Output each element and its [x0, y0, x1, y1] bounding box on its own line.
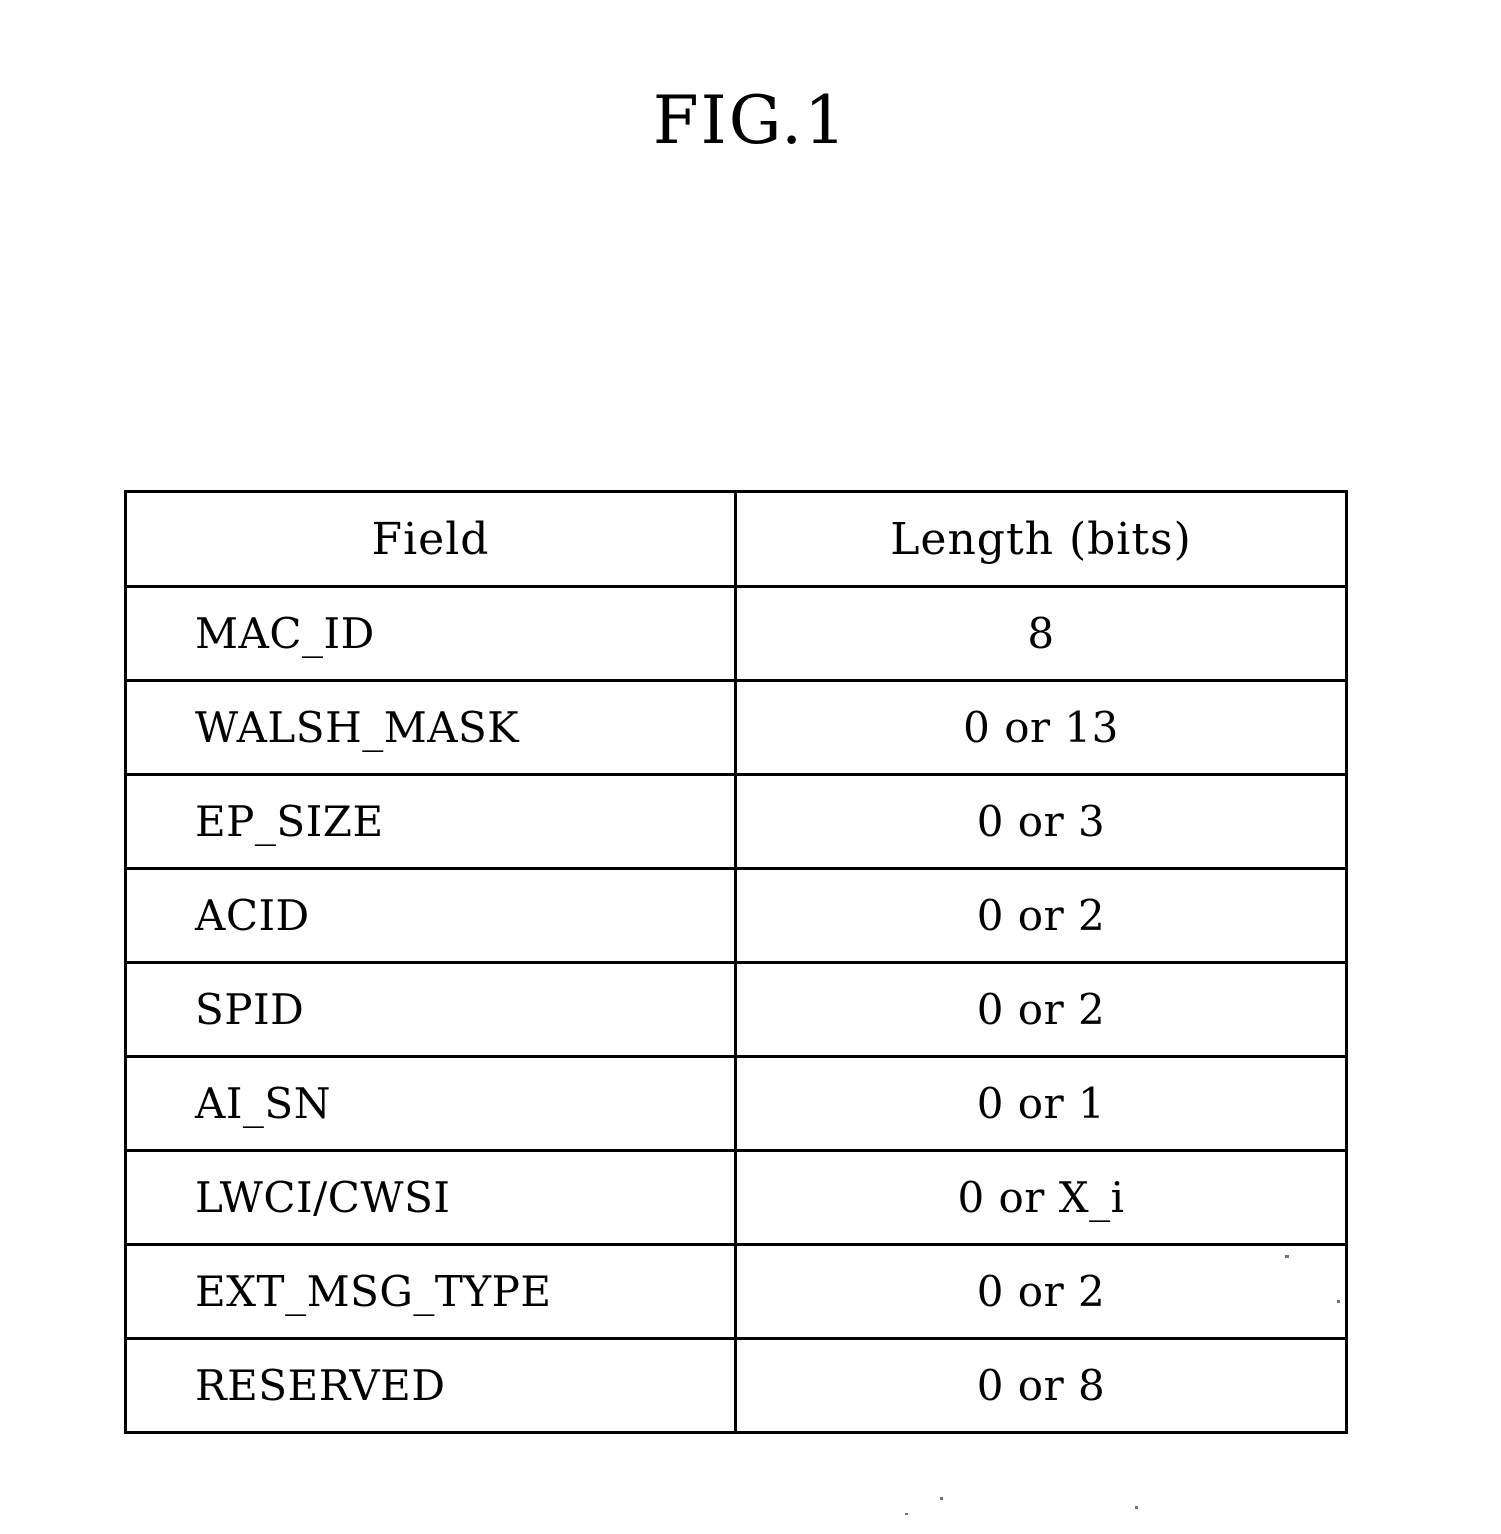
cell-field-name: LWCI/CWSI	[124, 1149, 737, 1246]
header-row: Field Length (bits)	[124, 490, 1348, 588]
table-row: MAC_ID 8	[124, 585, 1348, 682]
table-row: WALSH_MASK 0 or 13	[124, 679, 1348, 776]
cell-field-name: MAC_ID	[124, 585, 737, 682]
cell-field-name: RESERVED	[124, 1337, 737, 1434]
table-row: AI_SN 0 or 1	[124, 1055, 1348, 1152]
cell-field-length: 0 or X_i	[734, 1149, 1348, 1246]
table-header: Field Length (bits)	[124, 490, 1348, 588]
scan-speckle	[940, 1497, 943, 1500]
table-row: EXT_MSG_TYPE 0 or 2	[124, 1243, 1348, 1340]
cell-field-length: 0 or 8	[734, 1337, 1348, 1434]
cell-field-name: ACID	[124, 867, 737, 964]
field-length-table: Field Length (bits) MAC_ID 8 WALSH_MASK 0 o…	[124, 490, 1348, 1434]
scan-speckle	[905, 1513, 908, 1515]
cell-field-length: 0 or 3	[734, 773, 1348, 870]
cell-field-length: 0 or 13	[734, 679, 1348, 776]
table-body: MAC_ID 8 WALSH_MASK 0 or 13 EP_SIZE 0 or 3 ACI…	[124, 585, 1348, 1434]
cell-field-name: WALSH_MASK	[124, 679, 737, 776]
scan-speckle	[1337, 1300, 1340, 1303]
scan-speckle	[1285, 1255, 1289, 1258]
cell-field-length: 0 or 1	[734, 1055, 1348, 1152]
table-row: SPID 0 or 2	[124, 961, 1348, 1058]
patent-figure-page: FIG.1 Field Length (bits) MAC_ID 8 WALSH_M…	[0, 0, 1501, 1534]
cell-field-length: 0 or 2	[734, 961, 1348, 1058]
cell-field-length: 0 or 2	[734, 867, 1348, 964]
field-length-table-container: Field Length (bits) MAC_ID 8 WALSH_MASK 0 o…	[124, 490, 1348, 1434]
table-row: LWCI/CWSI 0 or X_i	[124, 1149, 1348, 1246]
cell-field-name: EXT_MSG_TYPE	[124, 1243, 737, 1340]
cell-field-length: 0 or 2	[734, 1243, 1348, 1340]
cell-field-name: SPID	[124, 961, 737, 1058]
table-row: ACID 0 or 2	[124, 867, 1348, 964]
table-row: EP_SIZE 0 or 3	[124, 773, 1348, 870]
scan-speckle	[1135, 1506, 1138, 1509]
table-row: RESERVED 0 or 8	[124, 1337, 1348, 1434]
cell-field-length: 8	[734, 585, 1348, 682]
figure-title: FIG.1	[652, 82, 849, 159]
cell-field-name: EP_SIZE	[124, 773, 737, 870]
cell-field-name: AI_SN	[124, 1055, 737, 1152]
column-header-field: Field	[124, 490, 737, 588]
column-header-length: Length (bits)	[734, 490, 1348, 588]
